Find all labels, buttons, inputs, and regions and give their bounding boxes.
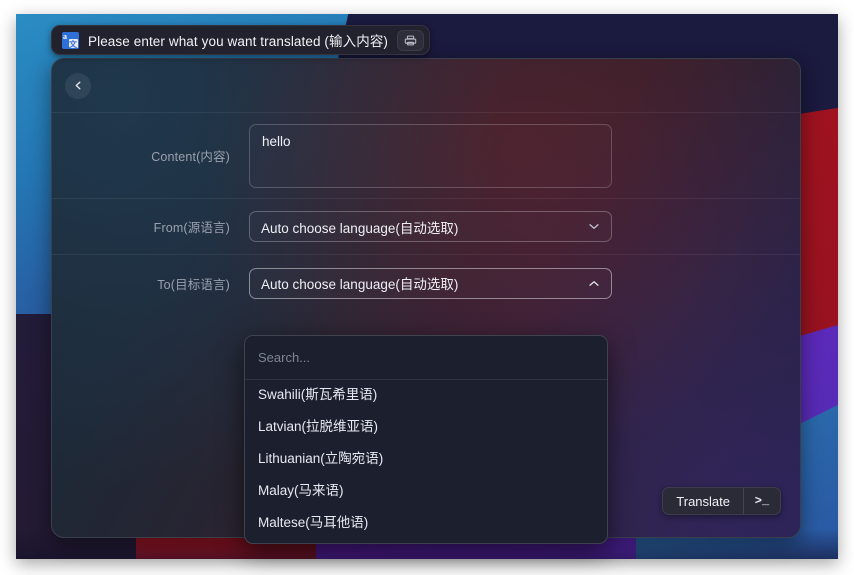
label-content: Content(内容)	[151, 150, 230, 164]
translate-icon-letter: a	[63, 31, 67, 41]
language-dropdown: Search... Swahili(斯瓦希里语) Latvian(拉脱维亚语) …	[244, 335, 608, 544]
translate-icon: a 文	[62, 31, 79, 49]
list-item-label: Latvian(拉脱维亚语)	[258, 419, 379, 434]
list-item[interactable]: Lithuanian(立陶宛语)	[245, 441, 607, 473]
list-item[interactable]: Maltese(马耳他语)	[245, 505, 607, 537]
translate-button[interactable]: Translate >_	[662, 487, 781, 515]
screen: a 文 Please enter what you want translate…	[0, 0, 854, 575]
language-search-input[interactable]: Search...	[245, 336, 607, 380]
chevron-down-icon-svg	[589, 224, 599, 229]
field-to: Auto choose language(自动选取)	[249, 267, 800, 299]
app-window: a 文 Please enter what you want translate…	[36, 10, 804, 544]
translate-button-label[interactable]: Translate	[663, 488, 743, 514]
to-language-value: Auto choose language(自动选取)	[261, 277, 459, 292]
chevron-up-icon	[588, 277, 600, 289]
chevron-up-icon-svg	[589, 280, 599, 286]
list-item[interactable]: Malay(马来语)	[245, 473, 607, 505]
titlebar: a 文 Please enter what you want translate…	[51, 25, 431, 55]
form-row-from: From(源语言) Auto choose language(自动选取)	[52, 199, 800, 255]
chevron-down-icon	[588, 221, 600, 233]
printer-icon-svg	[404, 35, 417, 45]
card-header	[52, 59, 800, 113]
label-from: From(源语言)	[153, 221, 230, 235]
list-item-label: Maltese(马耳他语)	[258, 515, 369, 530]
to-language-select[interactable]: Auto choose language(自动选取)	[249, 267, 612, 299]
translate-icon-glyph: 文	[69, 39, 77, 49]
window-title: Please enter what you want translated (输…	[88, 34, 389, 49]
from-language-select[interactable]: Auto choose language(自动选取)	[249, 211, 612, 242]
back-button[interactable]	[65, 72, 91, 99]
form-row-to: To(目标语言) Auto choose language(自动选取)	[52, 255, 800, 311]
list-item-label: Lithuanian(立陶宛语)	[258, 451, 384, 466]
list-item-label: Swahili(斯瓦希里语)	[258, 387, 378, 402]
printer-icon[interactable]	[397, 29, 425, 51]
list-item[interactable]: Latvian(拉脱维亚语)	[245, 409, 607, 441]
field-from: Auto choose language(自动选取)	[249, 211, 800, 242]
chevron-left-icon	[75, 81, 80, 90]
list-item[interactable]: Swahili(斯瓦希里语)	[245, 380, 607, 409]
list-item-label: Malay(马来语)	[258, 483, 344, 498]
field-content: hello	[249, 123, 800, 188]
content-textarea[interactable]: hello	[249, 123, 612, 188]
from-language-value: Auto choose language(自动选取)	[261, 220, 459, 236]
terminal-icon[interactable]: >_	[744, 488, 780, 514]
label-to: To(目标语言)	[157, 277, 230, 292]
form-row-content: Content(内容) hello	[52, 113, 800, 199]
language-list[interactable]: Swahili(斯瓦希里语) Latvian(拉脱维亚语) Lithuanian…	[245, 380, 607, 543]
